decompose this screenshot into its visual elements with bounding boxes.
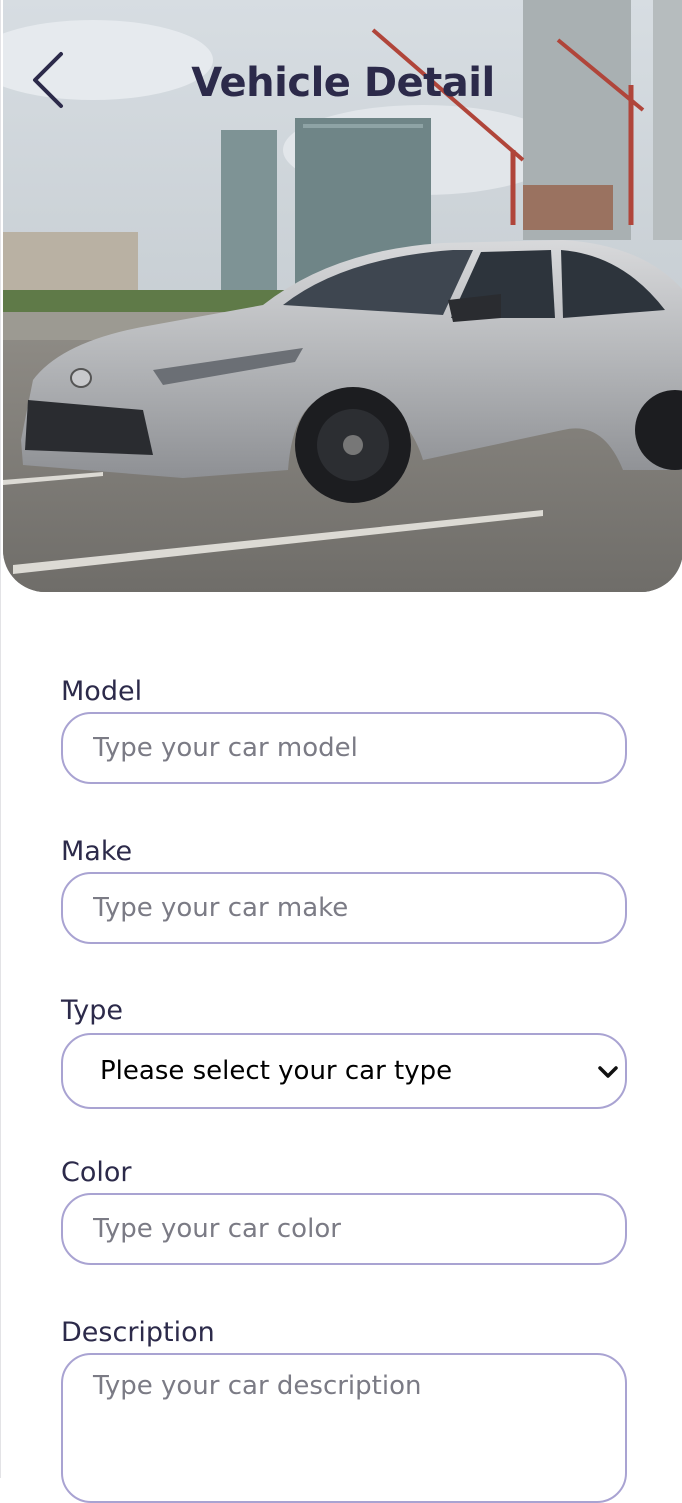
type-label: Type: [61, 995, 124, 1026]
type-field: Type Please select your car type: [61, 991, 627, 1109]
make-group: Make: [61, 832, 627, 947]
type-select[interactable]: Please select your car type: [61, 1033, 627, 1109]
description-field: Description: [61, 1313, 627, 1503]
color-field: Color: [61, 1153, 627, 1269]
description-label: Description: [61, 1317, 215, 1348]
type-select-value: Please select your car type: [100, 1056, 453, 1086]
make-field: [61, 788, 627, 832]
hero-image: Vehicle Detail: [3, 0, 682, 592]
color-label: Color: [61, 1157, 132, 1188]
description-textarea[interactable]: [61, 1353, 627, 1503]
make-input[interactable]: [61, 872, 627, 944]
chevron-down-icon: [598, 1066, 618, 1078]
page-title: Vehicle Detail: [191, 60, 495, 106]
color-input[interactable]: [61, 1193, 627, 1265]
model-label: Model: [61, 676, 143, 707]
model-input[interactable]: [61, 712, 627, 784]
vehicle-form: Model Make Type Please select your car t…: [61, 672, 627, 1503]
model-field: Model: [61, 672, 627, 788]
make-label: Make: [61, 836, 133, 867]
